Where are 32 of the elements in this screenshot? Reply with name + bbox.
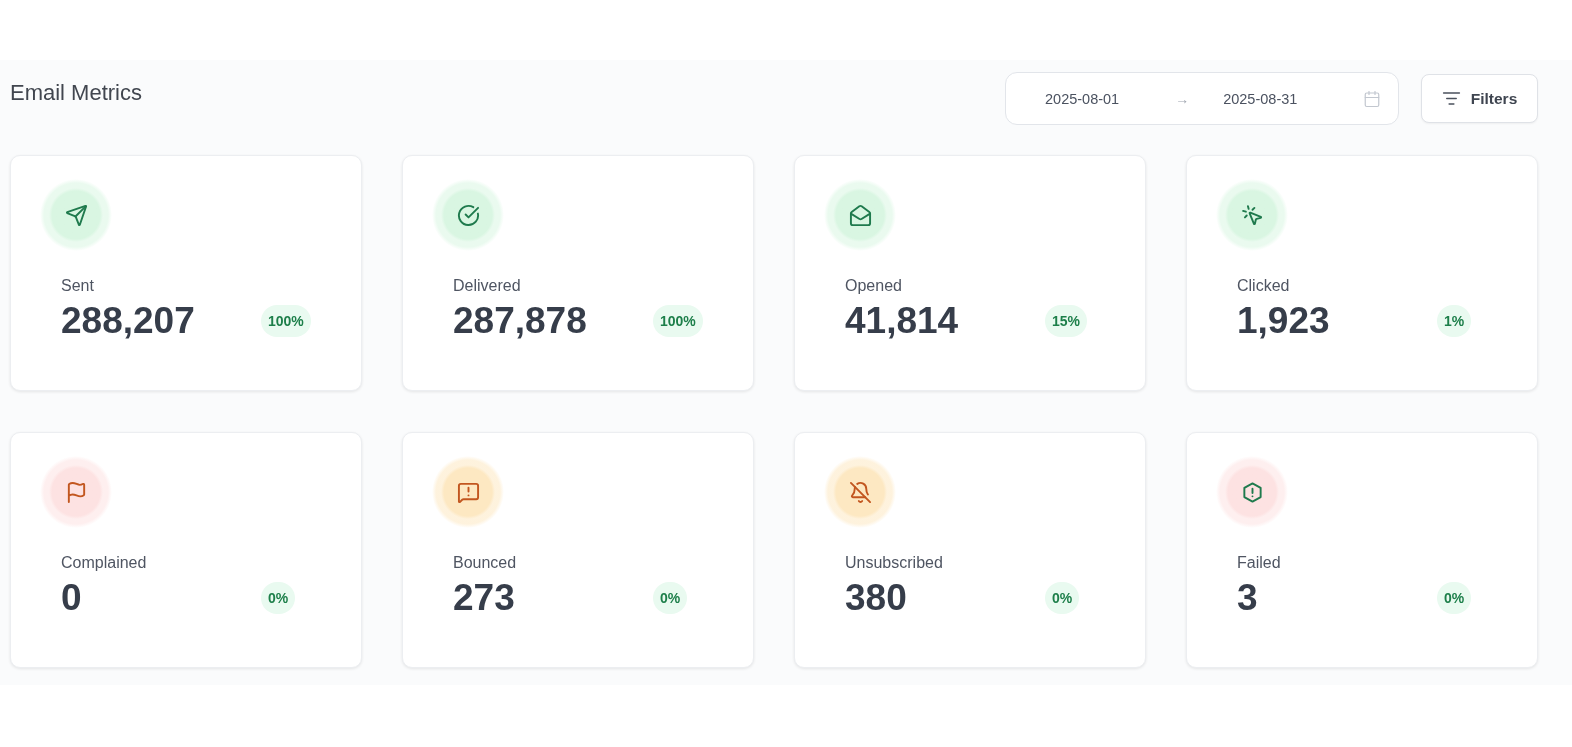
range-arrow: → xyxy=(1175,89,1190,108)
filter-icon xyxy=(1441,89,1461,108)
metric-label: Clicked xyxy=(1237,276,1291,296)
metric-value: 3 xyxy=(1237,576,1258,620)
metric-value: 273 xyxy=(453,576,515,620)
metric-label: Complained xyxy=(61,553,148,573)
percent-badge: 15% xyxy=(1045,305,1088,337)
metric-value: 380 xyxy=(845,576,907,620)
start-date-field[interactable]: 2025-08-01 xyxy=(1045,89,1120,108)
metric-label: Sent xyxy=(61,276,95,296)
date-range-picker[interactable]: 2025-08-01 → 2025-08-31 xyxy=(1005,72,1399,125)
metric-label: Opened xyxy=(845,276,903,296)
percent-badge: 0% xyxy=(261,582,296,614)
percent-badge: 100% xyxy=(653,305,703,337)
percent-badge: 1% xyxy=(1437,305,1472,337)
metric-value: 0 xyxy=(61,576,82,620)
percent-badge: 100% xyxy=(261,305,311,337)
page-title: Email Metrics xyxy=(10,79,142,106)
metric-value: 287,878 xyxy=(453,299,587,343)
metric-value: 1,923 xyxy=(1237,299,1330,343)
metric-value: 41,814 xyxy=(845,299,959,343)
percent-badge: 0% xyxy=(653,582,688,614)
metric-label: Bounced xyxy=(453,553,518,573)
metric-value: 288,207 xyxy=(61,299,195,343)
calendar-icon[interactable] xyxy=(1363,89,1381,108)
filters-button[interactable]: Filters xyxy=(1421,74,1538,123)
metric-label: Failed xyxy=(1237,553,1282,573)
end-date-field[interactable]: 2025-08-31 xyxy=(1223,89,1298,108)
metric-label: Delivered xyxy=(453,276,522,296)
percent-badge: 0% xyxy=(1437,582,1472,614)
metric-label: Unsubscribed xyxy=(845,553,944,573)
percent-badge: 0% xyxy=(1045,582,1080,614)
